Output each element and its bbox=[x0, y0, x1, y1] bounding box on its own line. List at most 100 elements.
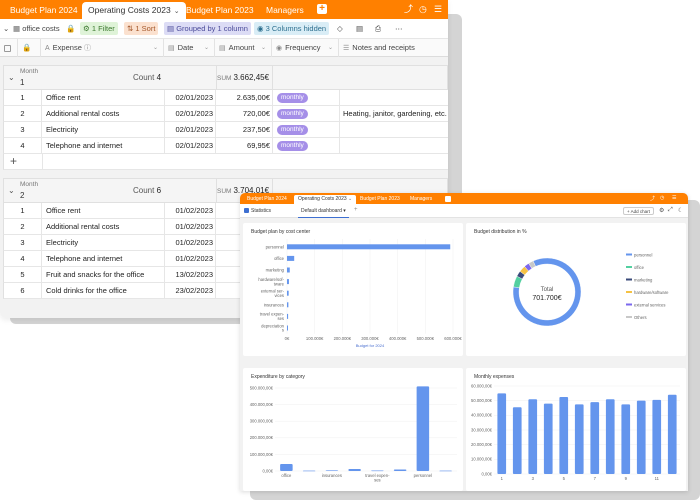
share-icon[interactable]: ⤴ bbox=[650, 195, 655, 202]
cell-date[interactable]: 01/02/2023 bbox=[165, 235, 216, 250]
chevron-down-icon[interactable]: ⌄ bbox=[348, 196, 352, 202]
cell-date[interactable]: 02/01/2023 bbox=[165, 106, 216, 121]
cell-expense[interactable]: Telephone and internet bbox=[42, 251, 165, 266]
cell-notes[interactable] bbox=[340, 122, 448, 137]
dashboard-selector[interactable]: Default dashboard ▾ bbox=[298, 205, 349, 218]
chart-budget-by-cost-center[interactable]: Budget plan by cost center 0€ 100.000€ 200… bbox=[243, 223, 463, 356]
view-selector[interactable]: ▦ office costs bbox=[10, 22, 63, 35]
tab-managers[interactable]: Managers bbox=[406, 195, 436, 204]
chevron-down-icon[interactable]: ⌄ bbox=[8, 73, 15, 82]
add-row-button[interactable]: + bbox=[3, 154, 448, 170]
y-tick-label: 400.000,00€ bbox=[250, 402, 274, 407]
cell-frequency[interactable]: monthly bbox=[273, 138, 340, 153]
row-number: 1 bbox=[4, 90, 42, 105]
filter-button[interactable]: ⚙ 1 Filter bbox=[80, 22, 118, 35]
chevron-down-icon[interactable]: ⌄ bbox=[153, 39, 158, 57]
cell-frequency[interactable]: monthly bbox=[273, 106, 340, 121]
cell-date[interactable]: 01/02/2023 bbox=[165, 203, 216, 218]
chevron-down-icon[interactable]: ⌄ bbox=[328, 39, 333, 57]
screenshot-stage: Budget Plan 2024 Operating Costs 2023 ⌄ B… bbox=[0, 0, 700, 500]
cell-notes[interactable] bbox=[340, 138, 448, 153]
add-chart-button[interactable]: + Add chart bbox=[623, 207, 654, 215]
cell-expense[interactable]: Fruit and snacks for the office bbox=[42, 267, 165, 282]
group-button[interactable]: ▤ Grouped by 1 column bbox=[164, 22, 251, 35]
cell-date[interactable]: 01/02/2023 bbox=[165, 219, 216, 234]
cell-frequency[interactable]: monthly bbox=[273, 122, 340, 137]
cell-expense[interactable]: Office rent bbox=[42, 203, 165, 218]
add-table-icon[interactable] bbox=[445, 196, 451, 202]
add-dashboard-icon[interactable]: + bbox=[354, 207, 358, 213]
settings-icon[interactable]: ⚙ bbox=[659, 207, 664, 214]
cell-date[interactable]: 02/01/2023 bbox=[165, 122, 216, 137]
cell-expense[interactable]: Telephone and internet bbox=[42, 138, 165, 153]
cell-date[interactable]: 13/02/2023 bbox=[165, 267, 216, 282]
add-table-icon[interactable]: + bbox=[317, 4, 327, 14]
tab-budget-plan-2023[interactable]: Budget Plan 2023 bbox=[180, 2, 260, 19]
group-header[interactable]: ⌄ Month 1 Count 4 SUM 3.662,45€ bbox=[3, 65, 448, 90]
fullscreen-icon[interactable]: ⤢ bbox=[668, 207, 673, 214]
chart-budget-distribution[interactable]: Budget distribution in % Total 701.700€ pe… bbox=[466, 223, 686, 356]
cell-expense[interactable]: Electricity bbox=[42, 235, 165, 250]
y-tick-label: 0,00€ bbox=[263, 468, 274, 473]
hidden-columns-label: 3 Columns hidden bbox=[265, 24, 327, 33]
print-icon[interactable]: ⎙ bbox=[372, 22, 384, 35]
cell-expense[interactable]: Additional rental costs bbox=[42, 219, 165, 234]
table-row[interactable]: 3 Electricity 02/01/2023 237,50€ monthly bbox=[3, 122, 448, 138]
bar bbox=[497, 393, 507, 474]
cell-amount[interactable]: 2.635,00€ bbox=[216, 90, 273, 105]
group-label: Grouped by 1 column bbox=[176, 24, 248, 33]
cell-amount[interactable]: 69,95€ bbox=[216, 138, 273, 153]
cell-date[interactable]: 01/02/2023 bbox=[165, 251, 216, 266]
tab-budget-plan-2023[interactable]: Budget Plan 2023 bbox=[356, 195, 404, 204]
cell-date[interactable]: 02/01/2023 bbox=[165, 138, 216, 153]
x-tick-label: 5 bbox=[563, 476, 566, 481]
tab-budget-plan-2024[interactable]: Budget Plan 2024 bbox=[4, 2, 84, 19]
tab-operating-costs-2023[interactable]: Operating Costs 2023 ⌄ bbox=[294, 195, 357, 204]
hidden-columns-button[interactable]: ◉ 3 Columns hidden bbox=[254, 22, 330, 35]
tab-label: Operating Costs 2023 bbox=[298, 196, 347, 202]
history-icon[interactable]: ◷ bbox=[419, 4, 427, 14]
cell-frequency[interactable]: monthly bbox=[273, 90, 340, 105]
row-height-icon[interactable]: ▤ bbox=[353, 22, 366, 35]
dark-mode-icon[interactable]: ☾ bbox=[678, 207, 683, 214]
chevron-down-icon[interactable]: ⌄ bbox=[8, 186, 15, 195]
column-header-date[interactable]: ▤ Date ⌄ bbox=[164, 39, 215, 57]
cell-expense[interactable]: Additional rental costs bbox=[42, 106, 165, 121]
more-icon[interactable]: ⋯ bbox=[392, 22, 406, 35]
statistics-view[interactable]: Statistics bbox=[244, 208, 271, 214]
sort-button[interactable]: ⇅ 1 Sort bbox=[124, 22, 159, 35]
cell-expense[interactable]: Cold drinks for the office bbox=[42, 283, 165, 298]
chart-expenditure-by-category[interactable]: Expenditure by category 0,00€ 100.000,00€… bbox=[243, 368, 463, 491]
legend-label: office bbox=[634, 265, 645, 270]
chevron-down-icon[interactable]: ⌄ bbox=[261, 39, 266, 57]
menu-icon[interactable]: ☰ bbox=[434, 4, 442, 14]
column-header-notes[interactable]: ☰ Notes and receipts bbox=[339, 39, 448, 57]
column-header-frequency[interactable]: ◉ Frequency ⌄ bbox=[272, 39, 339, 57]
paint-bucket-icon[interactable]: ◇ bbox=[334, 22, 346, 35]
column-header-amount[interactable]: ▤ Amount ⌄ bbox=[215, 39, 272, 57]
chevron-down-icon[interactable]: ⌄ bbox=[174, 8, 180, 15]
column-header-expense[interactable]: A Expense ⓘ ⌄ bbox=[41, 39, 164, 57]
cell-date[interactable]: 23/02/2023 bbox=[165, 283, 216, 298]
tab-operating-costs-2023[interactable]: Operating Costs 2023 ⌄ bbox=[82, 2, 186, 19]
chart-monthly-expenses[interactable]: Monthly expenses 0,00€ 10.000,00€ 20.000,0… bbox=[466, 368, 686, 491]
table-row[interactable]: 1 Office rent 02/01/2023 2.635,00€ month… bbox=[3, 90, 448, 106]
tab-managers[interactable]: Managers bbox=[260, 2, 310, 19]
cell-expense[interactable]: Office rent bbox=[42, 90, 165, 105]
cell-amount[interactable]: 720,00€ bbox=[216, 106, 273, 121]
cell-notes[interactable]: Heating, janitor, gardening, etc. bbox=[340, 106, 448, 121]
cell-date[interactable]: 02/01/2023 bbox=[165, 90, 216, 105]
history-icon[interactable]: ◷ bbox=[660, 195, 664, 201]
chevron-down-icon[interactable]: ⌄ bbox=[204, 39, 209, 57]
table-row[interactable]: 2 Additional rental costs 02/01/2023 720… bbox=[3, 106, 448, 122]
cell-amount[interactable]: 237,50€ bbox=[216, 122, 273, 137]
tab-budget-plan-2024[interactable]: Budget Plan 2024 bbox=[243, 195, 291, 204]
cell-expense[interactable]: Electricity bbox=[42, 122, 165, 137]
share-icon[interactable]: ⤴ bbox=[404, 4, 413, 14]
select-all-checkbox[interactable] bbox=[0, 39, 18, 57]
table-row[interactable]: 4 Telephone and internet 02/01/2023 69,9… bbox=[3, 138, 448, 154]
bar bbox=[439, 470, 452, 472]
menu-icon[interactable]: ☰ bbox=[672, 195, 676, 201]
cell-notes[interactable] bbox=[340, 90, 448, 105]
lock-icon[interactable]: 🔒 bbox=[63, 22, 78, 35]
